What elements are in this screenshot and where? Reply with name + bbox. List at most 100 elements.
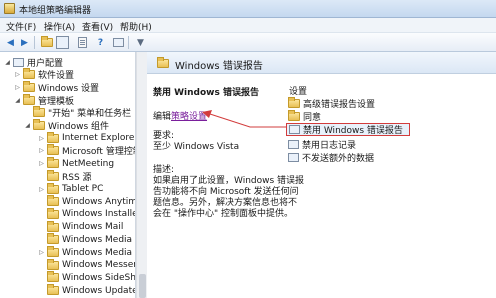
menu-view[interactable]: 查看(V) [82,20,113,33]
folder-icon [47,246,59,257]
tree-node[interactable]: Windows Messenger [38,258,135,271]
filter-icon[interactable]: ▼ [134,36,147,49]
navigation-tree: ◢ 用户配置 ▷ 软件设置 ▷ Windows 设置 ◢ 管理模板 "开始" 菜单和任务栏 ◢ Wi… [0,52,136,298]
folder-icon [47,271,59,283]
title-bar: 本地组策略编辑器 [0,0,496,18]
tree-node[interactable]: Windows Media Center [38,233,135,246]
tree-node[interactable]: ▷ Internet Explorer [38,131,135,144]
edit-prefix: 编辑 [153,112,172,122]
up-folder-icon[interactable] [40,36,53,49]
setting-label: 不发送额外的数据 [302,153,375,164]
folder-icon [23,93,35,105]
tree-node[interactable]: ▷ Microsoft 管理控制台 [38,144,135,158]
setting-label: 高级错误报告设置 [303,99,376,110]
user-config-icon [13,57,24,67]
tree-node-label: Tablet PC [62,184,104,194]
tree-node[interactable]: ◢ Windows 组件 [24,119,110,132]
folder-icon [288,109,300,121]
forward-icon[interactable]: ▶ [18,36,31,49]
setting-disable-windows-error-reporting[interactable]: 禁用 Windows 错误报告 [286,123,410,136]
tree-node[interactable]: Windows Update [38,284,135,297]
edit-policy-link[interactable]: 策略设置 [171,112,207,122]
tree-node-label: Microsoft 管理控制台 [62,147,135,158]
tree-node[interactable]: Windows Anytime Upgrade [38,195,135,208]
folder-icon [33,106,45,118]
tree-node[interactable]: RSS 源 [38,169,92,183]
description-line: 会在 "操作中心" 控制面板中提供。 [153,209,294,219]
tree-node[interactable]: ▷ Windows Media Player [38,246,135,259]
collapsed-triangle-icon[interactable]: ▷ [38,249,45,256]
collapsed-triangle-icon[interactable]: ▷ [38,160,45,167]
scrollbar-thumb[interactable] [139,274,146,298]
window-title: 本地组策略编辑器 [19,6,92,16]
folder-icon [47,207,59,219]
tree-node[interactable]: ▷ NetMeeting [38,157,115,170]
tree-node-label: NetMeeting [62,158,115,169]
requirements-label: 要求: [153,131,175,141]
setting-label: 禁用 Windows 错误报告 [303,126,403,136]
folder-icon [47,233,59,245]
folder-icon [47,131,59,143]
collapsed-triangle-icon[interactable]: ▷ [14,84,21,91]
collapsed-triangle-icon[interactable]: ▷ [38,147,45,154]
tree-node-label: 软件设置 [38,71,75,82]
tree-node[interactable]: ▷ Windows 设置 [14,80,100,94]
tree-node-label: Windows 设置 [38,83,100,94]
expanded-triangle-icon[interactable]: ◢ [14,97,21,104]
tree-scrollbar[interactable] [136,52,147,298]
expanded-triangle-icon[interactable]: ◢ [24,122,31,129]
properties-icon[interactable] [112,36,125,49]
tree-node[interactable]: Windows SideShow [38,271,135,284]
folder-icon [47,220,59,232]
folder-icon [47,182,59,194]
folder-icon [288,96,300,108]
menu-bar: 文件(F) 操作(A) 查看(V) 帮助(H) [0,18,496,33]
setting-disable-logging[interactable]: 禁用日志记录 [288,138,357,151]
expanded-triangle-icon[interactable]: ◢ [4,59,11,66]
export-list-icon[interactable] [76,36,89,49]
help-icon[interactable]: ? [94,36,107,49]
details-header-title: Windows 错误报告 [175,61,263,72]
tree-node[interactable]: ◢ 用户配置 [4,56,64,69]
tree-node[interactable]: Windows Installer [38,207,136,220]
tree-node-label: Windows Anytime Upgrade [62,196,135,207]
setting-label: 禁用日志记录 [302,140,357,151]
toolbar-separator [128,36,129,49]
description-line: 题信息。另外，解决方案信息也将不 [153,198,298,208]
tree-node-label: Windows Installer [62,209,136,220]
folder-icon [47,284,59,296]
folder-icon [47,258,59,270]
tree-node-label: Windows Media Player [62,247,135,258]
policy-setting-icon [289,125,300,134]
folder-icon [47,195,59,207]
tree-node[interactable]: "开始" 菜单和任务栏 [24,106,131,119]
toolbar: ◀ ▶ ? ▼ [0,33,496,52]
tree-node[interactable]: ▷ Tablet PC [38,182,104,195]
collapsed-triangle-icon[interactable]: ▷ [14,71,21,78]
folder-icon [47,157,59,169]
tree-node[interactable]: Windows Mail [38,220,124,233]
setting-do-not-send-additional-data[interactable]: 不发送额外的数据 [288,151,375,164]
setting-advanced-error-reporting[interactable]: 高级错误报告设置 [288,96,376,110]
tree-node-label: 用户配置 [27,58,64,69]
folder-icon [157,57,169,68]
folder-icon [23,68,35,80]
collapsed-triangle-icon[interactable]: ▷ [38,186,45,193]
menu-file[interactable]: 文件(F) [6,20,36,33]
tree-node[interactable]: ◢ 管理模板 [14,93,74,107]
menu-action[interactable]: 操作(A) [44,20,75,33]
description-line: 如果启用了此设置，Windows 错误报 [153,176,305,186]
policy-setting-icon [288,139,299,149]
tree-node-label: Windows Mail [62,222,124,233]
show-hide-tree-icon[interactable] [56,36,69,49]
settings-column-header[interactable]: 设置 [289,84,307,97]
collapsed-triangle-icon[interactable]: ▷ [38,135,45,142]
back-icon[interactable]: ◀ [4,36,17,49]
toolbar-separator [34,36,35,49]
setting-consent[interactable]: 同意 [288,109,321,123]
tree-node[interactable]: ▷ 软件设置 [14,68,75,82]
menu-help[interactable]: 帮助(H) [120,20,152,33]
edit-policy-line: 编辑策略设置 [153,109,207,122]
tree-node-label: Windows 组件 [48,122,110,132]
folder-icon [33,119,45,130]
